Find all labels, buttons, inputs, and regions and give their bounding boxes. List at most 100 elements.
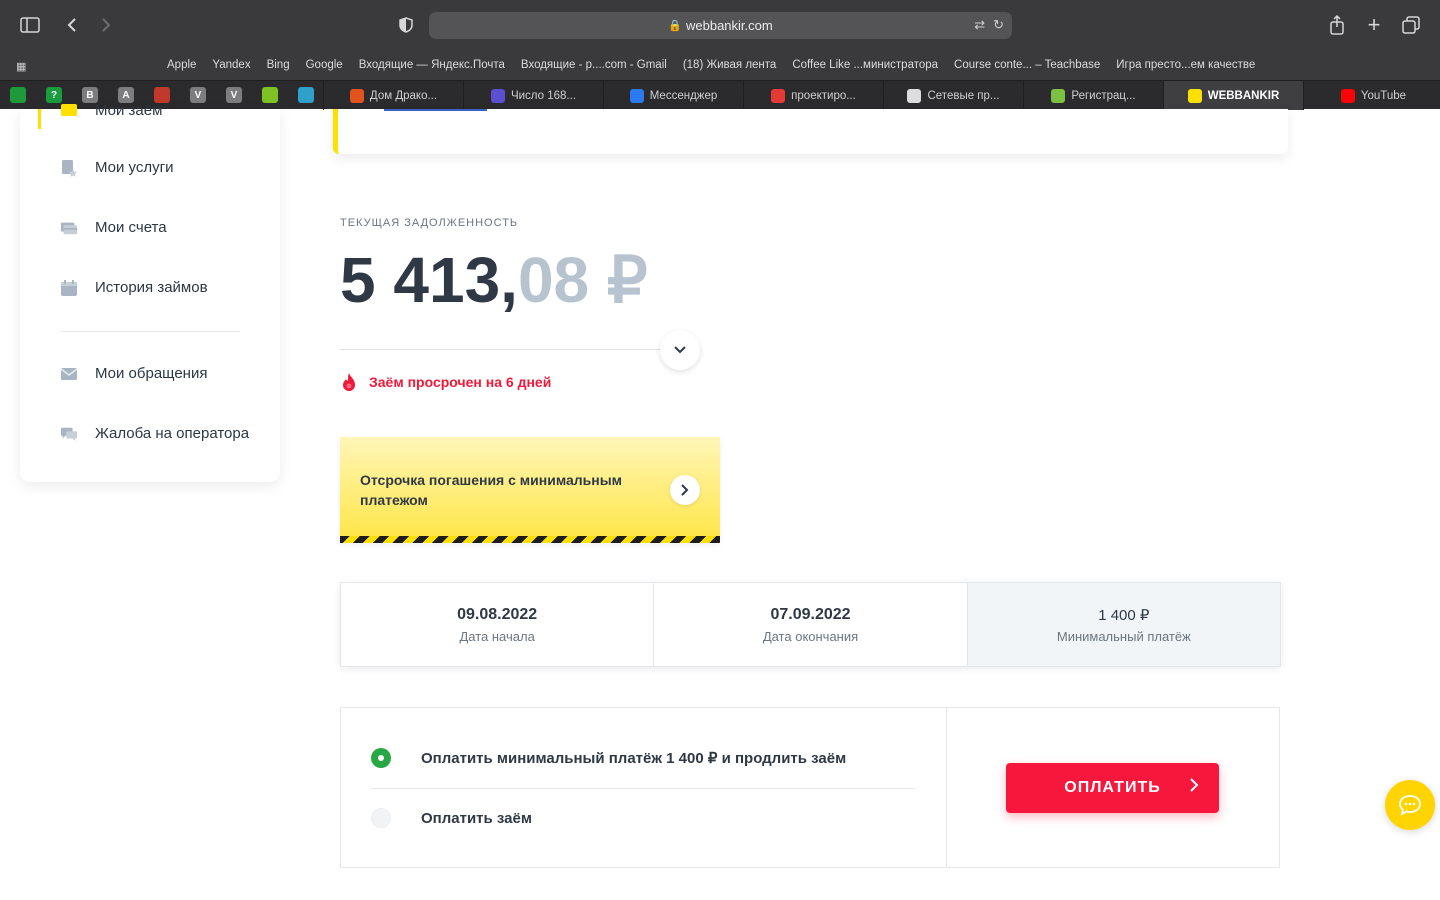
shield-icon[interactable] — [396, 15, 416, 35]
tab-favicon-icon — [629, 88, 644, 103]
start-date-value: 09.08.2022 — [457, 605, 538, 623]
sidebar-item-label: Мои заём — [95, 101, 163, 119]
chat-bubbles-icon — [60, 426, 78, 442]
sidebar-divider — [60, 331, 240, 332]
browser-chrome: 🔒 webbankir.com ⇄ ↻ + ▦ Apple Yandex Bing G… — [0, 0, 1440, 110]
tab-label: Дом Драко... — [369, 89, 438, 102]
card-icon — [60, 220, 78, 236]
sidebar-item-label: Жалоба на оператора — [95, 425, 250, 442]
browser-tab[interactable]: WEBBANKIR — [1163, 81, 1303, 110]
option-full-payment[interactable]: Оплатить заём — [371, 808, 532, 828]
hazard-stripes — [340, 536, 720, 543]
favorite-link[interactable]: Входящие - р....com - Gmail — [521, 59, 667, 71]
sidebar-item-services[interactable]: Мои услуги — [60, 159, 174, 177]
pay-button[interactable]: ОПЛАТИТЬ — [1006, 763, 1219, 813]
promo-text: Отсрочка погашения с минимальным платежо… — [360, 472, 623, 508]
browser-tab[interactable]: Дом Драко... — [323, 81, 463, 110]
loan-info-panel: 09.08.2022 Дата начала 07.09.2022 Дата о… — [340, 582, 1281, 667]
end-date-cell: 07.09.2022 Дата окончания — [654, 583, 968, 666]
pinned-tab[interactable] — [10, 87, 26, 103]
apps-grid-icon[interactable]: ▦ — [16, 60, 26, 73]
payment-split — [946, 708, 947, 867]
tab-favicon-icon — [349, 88, 364, 103]
sidebar-item-accounts[interactable]: Мои счета — [60, 219, 167, 236]
favorite-link[interactable]: Course conte... – Teachbase — [954, 59, 1100, 71]
tab-favicon-icon — [1187, 88, 1202, 103]
payment-panel: Оплатить минимальный платёж 1 400 ₽ и пр… — [340, 707, 1280, 868]
browser-tab[interactable]: YouTube — [1303, 81, 1440, 110]
favorite-link[interactable]: Apple — [167, 59, 196, 71]
option-label: Оплатить минимальный платёж 1 400 ₽ и пр… — [421, 750, 847, 767]
radio-unselected[interactable] — [371, 808, 391, 828]
chevron-right-icon — [1190, 776, 1199, 797]
tab-label: YouTube — [1360, 89, 1407, 102]
expand-details-button[interactable] — [660, 330, 700, 370]
tab-label: Мессенджер — [649, 89, 718, 102]
address-bar[interactable]: 🔒 webbankir.com ⇄ ↻ — [429, 12, 1012, 39]
active-indicator — [38, 109, 41, 129]
favorite-link[interactable]: Bing — [267, 59, 290, 71]
favorites-bar: ▦ Apple Yandex Bing Google Входящие — Яндекс… — [0, 56, 1440, 78]
browser-tab[interactable]: Число 168... — [463, 81, 603, 110]
notice-link[interactable] — [384, 109, 487, 111]
loan-icon — [60, 102, 78, 118]
reload-icon[interactable]: ↻ — [993, 17, 1004, 33]
services-icon — [60, 159, 78, 177]
debt-label: ТЕКУЩАЯ ЗАДОЛЖЕННОСТЬ — [340, 217, 519, 229]
tab-bar: ? B A V V Дом Драко... Число 168... Мессенджер п… — [0, 80, 1440, 110]
deferral-promo-card[interactable]: Отсрочка погашения с минимальным платежо… — [340, 437, 720, 543]
browser-tab[interactable]: проектиро... — [743, 81, 883, 110]
share-icon[interactable] — [1326, 14, 1348, 36]
sidebar-item-requests[interactable]: Мои обращения — [60, 365, 207, 382]
debt-amount: 5 413,08 ₽ — [340, 245, 648, 315]
browser-tab[interactable]: Мессенджер — [603, 81, 743, 110]
min-payment-cell: 1 400 ₽ Минимальный платёж — [967, 583, 1280, 666]
tab-favicon-icon — [1051, 88, 1066, 103]
tab-favicon-icon — [1340, 88, 1355, 103]
pinned-tab[interactable]: V — [190, 87, 206, 103]
favorites-list: Apple Yandex Bing Google Входящие — Яндекс.П… — [167, 59, 1255, 71]
favorite-link[interactable]: Google — [306, 59, 343, 71]
favorite-link[interactable]: Coffee Like ...министратора — [792, 59, 938, 71]
favorite-link[interactable]: Входящие — Яндекс.Почта — [359, 59, 505, 71]
tab-label: Регистрац... — [1071, 89, 1136, 102]
flame-icon — [343, 373, 355, 391]
radio-selected[interactable] — [371, 748, 391, 768]
pinned-tab[interactable] — [298, 87, 314, 103]
chat-support-button[interactable] — [1385, 780, 1435, 830]
sidebar-item-label: Мои обращения — [95, 365, 208, 382]
tab-favicon-icon — [490, 88, 505, 103]
min-payment-label: Минимальный платёж — [1056, 628, 1191, 644]
chevron-right-icon — [681, 484, 689, 496]
tab-favicon-icon — [771, 88, 786, 103]
forward-icon[interactable] — [96, 14, 116, 36]
option-label: Оплатить заём — [421, 809, 532, 827]
browser-tab[interactable]: Регистрац... — [1023, 81, 1163, 110]
favorite-link[interactable]: Yandex — [212, 59, 250, 71]
chat-icon — [1399, 795, 1421, 816]
option-min-payment[interactable]: Оплатить минимальный платёж 1 400 ₽ и пр… — [371, 748, 846, 768]
start-date-cell: 09.08.2022 Дата начала — [341, 583, 655, 666]
sidebar-menu: Мои заём Мои услуги Мои счета История за… — [20, 102, 280, 482]
browser-tab[interactable]: Сетевые пр... — [883, 81, 1023, 110]
tab-overview-icon[interactable] — [1400, 14, 1422, 36]
favorite-link[interactable]: Игра престо...ем качестве — [1116, 59, 1255, 71]
overdue-text: Заём просрочен на 6 дней — [369, 374, 552, 390]
min-payment-value: 1 400 ₽ — [1098, 606, 1150, 624]
pinned-tab[interactable] — [262, 87, 278, 103]
debt-divider — [340, 349, 700, 350]
sidebar-item-loan-history[interactable]: История займов — [60, 279, 208, 296]
favorite-link[interactable]: (18) Живая лента — [683, 59, 776, 71]
calendar-icon — [60, 279, 78, 296]
sidebar-item-complaint[interactable]: Жалоба на оператора — [60, 425, 249, 442]
translate-icon[interactable]: ⇄ — [974, 17, 985, 33]
sidebar-toggle-icon[interactable] — [18, 14, 42, 36]
browser-toolbar: 🔒 webbankir.com ⇄ ↻ + — [0, 0, 1440, 52]
end-date-label: Дата окончания — [762, 628, 859, 644]
sidebar-item-label: Мои счета — [95, 219, 167, 236]
pinned-tab[interactable]: V — [226, 87, 242, 103]
promo-arrow-button[interactable] — [670, 475, 700, 505]
new-tab-icon[interactable]: + — [1363, 12, 1385, 37]
sidebar-item-my-loan[interactable]: Мои заём — [60, 100, 162, 120]
back-icon[interactable] — [62, 14, 82, 36]
